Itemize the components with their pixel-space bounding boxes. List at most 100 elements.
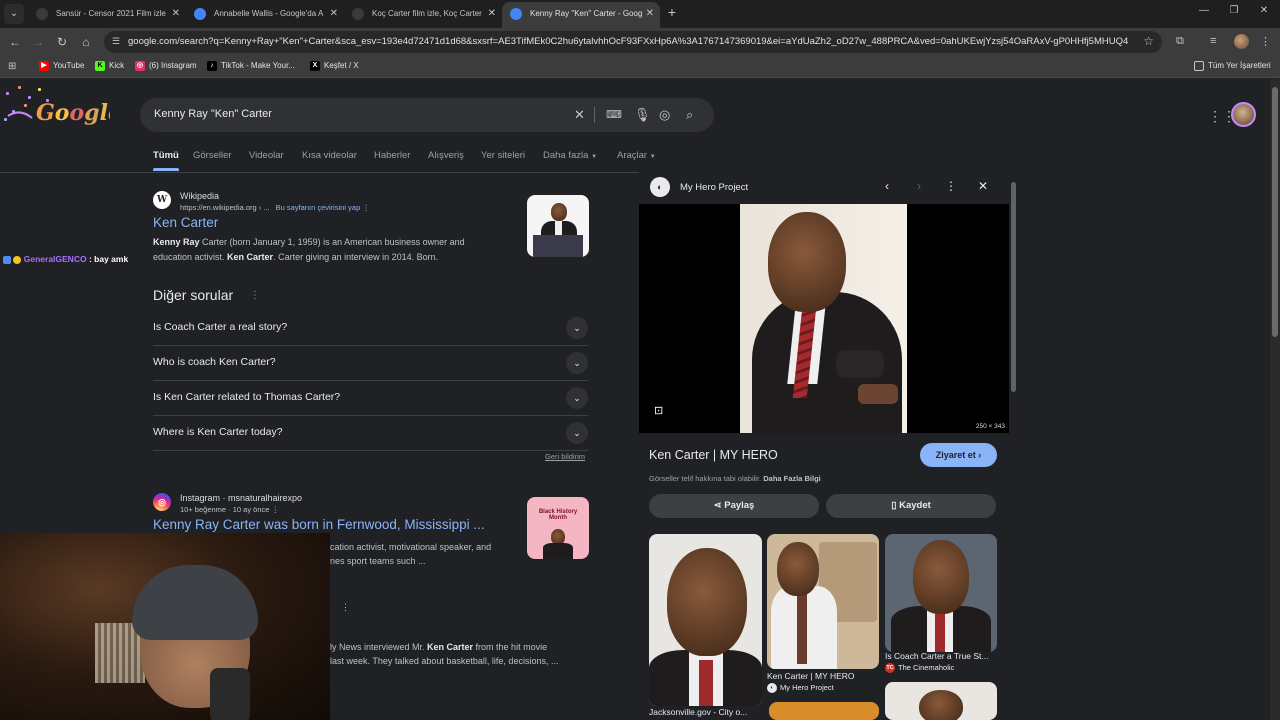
new-tab-button[interactable]: + [664, 4, 680, 20]
browser-tab[interactable]: Koç Carter film izle, Koç Carter ✕ [344, 2, 502, 28]
chevron-down-icon[interactable]: ⌄ [566, 422, 588, 444]
media-icon[interactable]: ≡ [1210, 35, 1216, 47]
browser-menu-icon[interactable]: ⋮ [1260, 35, 1271, 48]
related-image-caption[interactable]: Is Coach Carter a True St... [885, 651, 997, 661]
panel-image-title[interactable]: Ken Carter | MY HERO [649, 448, 778, 462]
tab-title: Kenny Ray "Ken" Carter - Goog [530, 9, 643, 18]
search-box[interactable]: Kenny Ray "Ken" Carter ✕ ⌨ 🎙︎ ◎ ⌕ [140, 98, 714, 132]
save-button[interactable]: ▯ Kaydet [826, 494, 996, 518]
panel-image-area[interactable]: ⊡ 250 × 343 [639, 204, 1009, 433]
image-viewer-panel: ◐ My Hero Project ‹ › ⋮ ✕ ⊡ 250 × 343 Ke… [639, 172, 1009, 720]
paa-question[interactable]: Is Ken Carter related to Thomas Carter? … [153, 381, 588, 416]
search-query[interactable]: Kenny Ray "Ken" Carter [154, 108, 272, 120]
tab-search-button[interactable]: ⌄ [4, 4, 24, 24]
camera-lens-icon[interactable]: ◎ [659, 107, 670, 123]
result-title-link[interactable]: Ken Carter [153, 215, 218, 230]
lens-search-icon[interactable]: ⊡ [654, 404, 668, 418]
bookmark-star-icon[interactable]: ☆ [1143, 34, 1154, 48]
home-icon[interactable]: ⌂ [78, 34, 94, 50]
extensions-icon[interactable]: ⧉ [1176, 35, 1184, 48]
next-icon[interactable]: › [911, 179, 927, 193]
share-button[interactable]: ⋖ Paylaş [649, 494, 819, 518]
tab-all[interactable]: Tümü [153, 150, 179, 171]
close-tab-icon[interactable]: ✕ [172, 2, 180, 26]
browser-tab[interactable]: Sansür - Censor 2021 Film izle ✕ [28, 2, 186, 28]
previous-icon[interactable]: ‹ [879, 179, 895, 193]
site-info-icon[interactable]: ☰ [112, 36, 124, 48]
bookmarks-bar: ⊞ ▶ YouTube K Kick ◎ (6) Instagram ♪ Tik… [0, 56, 1280, 78]
related-image[interactable] [885, 534, 997, 652]
tab-videos[interactable]: Videolar [249, 150, 284, 161]
instagram-icon: ◎ [135, 61, 145, 71]
bookmark-instagram[interactable]: ◎ (6) Instagram [135, 61, 197, 71]
result-thumbnail[interactable]: Black History Month [527, 497, 589, 559]
tab-more[interactable]: Daha fazla ▼ [543, 150, 597, 161]
page-scrollbar[interactable] [1270, 79, 1280, 720]
chevron-down-icon[interactable]: ⌄ [566, 352, 588, 374]
bookmark-label: TikTok - Make Your... [221, 61, 295, 70]
minimize-icon[interactable]: — [1196, 5, 1212, 16]
wikipedia-icon: W [153, 191, 171, 209]
more-info-link[interactable]: Daha Fazla Bilgi [763, 474, 821, 483]
paa-question[interactable]: Where is Ken Carter today? ⌄ [153, 416, 588, 451]
bookmark-youtube[interactable]: ▶ YouTube [39, 61, 84, 71]
forward-icon[interactable]: → [30, 34, 46, 50]
keyboard-icon[interactable]: ⌨ [606, 108, 622, 121]
tab-news[interactable]: Haberler [374, 150, 410, 161]
bookmark-kick[interactable]: K Kick [95, 61, 124, 71]
chevron-down-icon[interactable]: ⌄ [566, 387, 588, 409]
paa-question[interactable]: Who is coach Ken Carter? ⌄ [153, 346, 588, 381]
paa-question[interactable]: Is Coach Carter a real story? ⌄ [153, 311, 588, 346]
more-options-icon[interactable]: ⋮ [250, 290, 260, 301]
account-avatar[interactable] [1231, 102, 1256, 127]
preview-image[interactable] [740, 204, 907, 433]
browser-tab[interactable]: Annabelle Wallis - Google'da A ✕ [186, 2, 344, 28]
snippet-bold: Ken Carter [427, 642, 474, 652]
panel-scrollbar[interactable] [1010, 172, 1018, 720]
related-image-caption[interactable]: Jacksonville.gov - City o... [649, 707, 762, 717]
all-bookmarks[interactable]: Tüm Yer İşaretleri [1194, 61, 1271, 71]
close-tab-icon[interactable]: ✕ [646, 2, 654, 26]
result-source[interactable]: Instagram · msnaturalhairexpo [180, 493, 302, 503]
close-tab-icon[interactable]: ✕ [488, 2, 496, 26]
browser-tab-active[interactable]: Kenny Ray "Ken" Carter - Goog ✕ [502, 2, 660, 28]
reload-icon[interactable]: ↻ [54, 34, 70, 50]
close-panel-icon[interactable]: ✕ [975, 179, 991, 193]
translate-link[interactable]: Bu sayfanın çevirisini yap [276, 203, 361, 212]
result-source[interactable]: Wikipedia [180, 191, 219, 201]
tab-places[interactable]: Yer siteleri [481, 150, 525, 161]
microphone-icon[interactable]: 🎙︎ [634, 107, 651, 123]
more-options-icon[interactable]: ⋮ [943, 179, 959, 193]
more-options-icon[interactable]: ⋮ [341, 602, 350, 613]
address-bar[interactable]: ☰ google.com/search?q=Kenny+Ray+"Ken"+Ca… [104, 31, 1162, 53]
back-icon[interactable]: ← [7, 34, 23, 50]
more-options-icon[interactable]: ⋮ [272, 505, 280, 514]
bookmark-x[interactable]: X Keşfet / X [310, 61, 359, 71]
bookmark-tiktok[interactable]: ♪ TikTok - Make Your... [207, 61, 295, 71]
chevron-down-icon[interactable]: ⌄ [566, 317, 588, 339]
search-icon[interactable]: ⌕ [686, 107, 693, 123]
clear-search-icon[interactable]: ✕ [574, 107, 585, 123]
related-image[interactable] [649, 534, 762, 706]
related-image-caption[interactable]: Ken Carter | MY HERO [767, 671, 879, 681]
close-tab-icon[interactable]: ✕ [330, 2, 338, 26]
tab-short-videos[interactable]: Kısa videolar [302, 150, 357, 161]
tab-images[interactable]: Görseller [193, 150, 232, 161]
tab-tools[interactable]: Araçlar ▼ [617, 150, 656, 161]
apps-grid-icon[interactable]: ⊞ [8, 61, 16, 72]
close-window-icon[interactable]: ✕ [1256, 5, 1272, 16]
result-title-link[interactable]: Kenny Ray Carter was born in Fernwood, M… [153, 517, 485, 532]
tab-shopping[interactable]: Alışveriş [428, 150, 464, 161]
related-image[interactable] [769, 702, 879, 720]
more-options-icon[interactable]: ⋮ [362, 203, 370, 212]
result-url[interactable]: https://en.wikipedia.org › ... Bu sayfanı… [180, 203, 370, 212]
feedback-link[interactable]: Geri bildirim [545, 452, 585, 461]
tabs-divider [0, 172, 640, 173]
restore-icon[interactable]: ❐ [1226, 5, 1242, 16]
visit-button[interactable]: Ziyaret et › [920, 443, 997, 467]
panel-source-name[interactable]: My Hero Project [680, 182, 748, 193]
browser-profile-avatar[interactable] [1234, 34, 1249, 49]
related-image[interactable] [885, 682, 997, 720]
related-image[interactable] [767, 534, 879, 669]
result-thumbnail[interactable] [527, 195, 589, 257]
